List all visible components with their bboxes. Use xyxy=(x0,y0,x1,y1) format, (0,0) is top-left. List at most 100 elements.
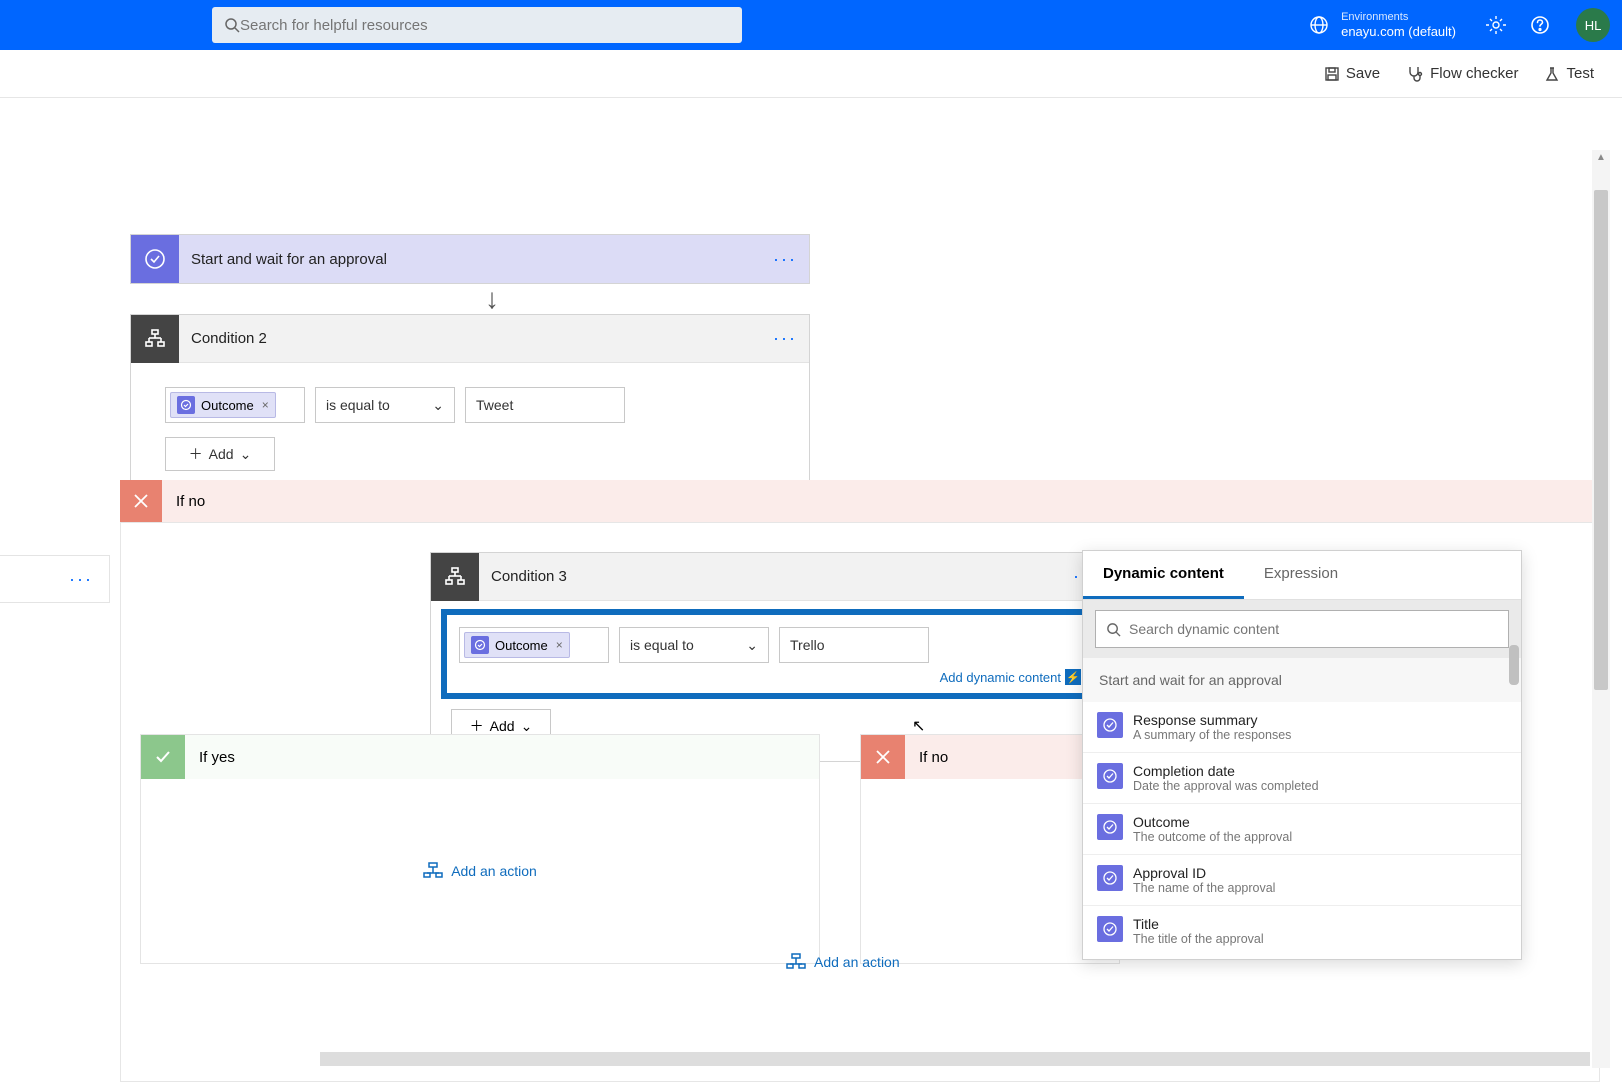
dynamic-item-title: Response summary xyxy=(1133,712,1291,728)
save-button[interactable]: Save xyxy=(1324,65,1380,82)
dynamic-content-search[interactable] xyxy=(1095,610,1509,648)
dynamic-content-popup: Dynamic content Expression Start and wai… xyxy=(1082,550,1522,960)
scrollbar-thumb[interactable] xyxy=(1509,645,1519,685)
close-icon xyxy=(120,480,162,522)
flow-canvas[interactable]: Start and wait for an approval ··· ↓ Con… xyxy=(0,98,1610,1068)
condition3-operator[interactable]: is equal to ⌄ xyxy=(619,627,769,663)
test-button[interactable]: Test xyxy=(1544,65,1594,82)
dynamic-item-title: Completion date xyxy=(1133,763,1319,779)
flow-arrow-icon: ↓ xyxy=(485,283,499,315)
dynamic-content-tab[interactable]: Dynamic content xyxy=(1083,551,1244,599)
expression-tab[interactable]: Expression xyxy=(1244,551,1358,599)
condition2-card[interactable]: Condition 2 ··· Outcome × is equal to ⌄ xyxy=(130,314,810,498)
stethoscope-icon xyxy=(1406,65,1424,83)
condition-icon xyxy=(431,553,479,601)
approval-title: Start and wait for an approval xyxy=(179,251,773,268)
dynamic-item-desc: The outcome of the approval xyxy=(1133,830,1292,844)
add-action-link-bottom[interactable]: Add an action xyxy=(786,952,900,972)
condition3-left-operand[interactable]: Outcome × xyxy=(459,627,609,663)
if-no-branch-header[interactable]: If no xyxy=(120,480,1600,522)
approval-menu[interactable]: ··· xyxy=(773,249,797,270)
chevron-down-icon: ⌄ xyxy=(240,446,252,463)
chevron-down-icon: ⌄ xyxy=(432,397,444,414)
dynamic-search-input[interactable] xyxy=(1129,621,1498,637)
approval-token-icon xyxy=(1097,865,1123,891)
if-no-label: If no xyxy=(162,493,205,510)
chevron-down-icon: ⌄ xyxy=(521,718,533,735)
condition2-left-operand[interactable]: Outcome × xyxy=(165,387,305,423)
chevron-down-icon: ⌄ xyxy=(746,637,758,654)
dynamic-item[interactable]: TitleThe title of the approval xyxy=(1083,906,1521,952)
horizontal-scrollbar[interactable] xyxy=(320,1052,1590,1066)
scrollbar-thumb[interactable] xyxy=(1594,190,1608,690)
outcome-token[interactable]: Outcome × xyxy=(170,392,276,418)
dynamic-item-title: Outcome xyxy=(1133,814,1292,830)
condition2-add-button[interactable]: ＋ Add ⌄ xyxy=(165,437,275,471)
avatar[interactable]: HL xyxy=(1576,8,1610,42)
add-dynamic-content-link[interactable]: Add dynamic content ⚡ xyxy=(459,669,1081,685)
action-toolbar: Save Flow checker Test xyxy=(0,50,1622,98)
dynamic-item[interactable]: Response summaryA summary of the respons… xyxy=(1083,702,1521,753)
condition3-highlight: Outcome × is equal to ⌄ Add dynamic cont… xyxy=(441,609,1099,699)
plus-icon: ＋ xyxy=(470,716,484,736)
outcome-token[interactable]: Outcome × xyxy=(464,632,570,658)
collapsed-branch-tab[interactable]: ··· xyxy=(0,555,110,603)
close-icon xyxy=(861,735,905,779)
scroll-up-icon[interactable]: ▲ xyxy=(1596,152,1606,163)
environment-icon[interactable] xyxy=(1309,15,1329,35)
approval-token-icon xyxy=(1097,916,1123,942)
approval-token-icon xyxy=(471,636,489,654)
global-search[interactable] xyxy=(212,7,742,43)
dynamic-item[interactable]: Completion dateDate the approval was com… xyxy=(1083,753,1521,804)
add-action-icon xyxy=(423,861,443,881)
condition3-value[interactable] xyxy=(779,627,929,663)
remove-token-icon[interactable]: × xyxy=(262,398,269,412)
dynamic-item[interactable]: Approval IDThe name of the approval xyxy=(1083,855,1521,906)
vertical-scrollbar[interactable]: ▲ xyxy=(1592,150,1610,1068)
condition3-card[interactable]: Condition 3 ··· Outcome × is equal to ⌄ xyxy=(430,552,1110,762)
approval-token-icon xyxy=(177,396,195,414)
dynamic-item-desc: A summary of the responses xyxy=(1133,728,1291,742)
dynamic-section-header: Start and wait for an approval xyxy=(1083,658,1521,702)
search-input[interactable] xyxy=(240,17,730,34)
approval-token-icon xyxy=(1097,763,1123,789)
if-yes-branch[interactable]: If yes Add an action xyxy=(140,734,820,964)
check-icon xyxy=(141,735,185,779)
condition2-menu[interactable]: ··· xyxy=(773,328,797,349)
approval-icon xyxy=(131,235,179,283)
search-icon xyxy=(224,17,240,33)
add-action-icon xyxy=(786,952,806,972)
flask-icon xyxy=(1544,66,1560,82)
more-icon[interactable]: ··· xyxy=(69,569,93,590)
search-icon xyxy=(1106,622,1121,637)
if-no-inner-branch[interactable]: If no xyxy=(860,734,1120,964)
if-no-inner-label: If no xyxy=(905,749,948,766)
dynamic-item-desc: Date the approval was completed xyxy=(1133,779,1319,793)
environment-name: enayu.com (default) xyxy=(1341,24,1456,40)
condition2-title: Condition 2 xyxy=(179,330,773,347)
dynamic-item[interactable]: OutcomeThe outcome of the approval xyxy=(1083,804,1521,855)
dynamic-item-desc: The title of the approval xyxy=(1133,932,1264,946)
if-yes-label: If yes xyxy=(185,749,235,766)
dynamic-item-title: Approval ID xyxy=(1133,865,1275,881)
environment-picker[interactable]: Environments enayu.com (default) xyxy=(1341,11,1456,40)
plus-icon: ＋ xyxy=(189,444,203,464)
remove-token-icon[interactable]: × xyxy=(556,638,563,652)
condition3-title: Condition 3 xyxy=(479,568,1073,585)
approval-token-icon xyxy=(1097,712,1123,738)
dynamic-item-title: Title xyxy=(1133,916,1264,932)
condition2-operator[interactable]: is equal to ⌄ xyxy=(315,387,455,423)
dynamic-content-icon: ⚡ xyxy=(1065,669,1081,685)
settings-icon[interactable] xyxy=(1486,15,1506,35)
add-action-link[interactable]: Add an action xyxy=(423,861,537,881)
approval-step-card[interactable]: Start and wait for an approval ··· xyxy=(130,234,810,284)
condition2-value[interactable] xyxy=(465,387,625,423)
environment-label: Environments xyxy=(1341,11,1456,24)
approval-token-icon xyxy=(1097,814,1123,840)
dynamic-content-list[interactable]: Response summaryA summary of the respons… xyxy=(1083,702,1521,952)
dynamic-item-desc: The name of the approval xyxy=(1133,881,1275,895)
condition-icon xyxy=(131,315,179,363)
flow-checker-button[interactable]: Flow checker xyxy=(1406,65,1518,83)
save-icon xyxy=(1324,66,1340,82)
help-icon[interactable] xyxy=(1530,15,1550,35)
